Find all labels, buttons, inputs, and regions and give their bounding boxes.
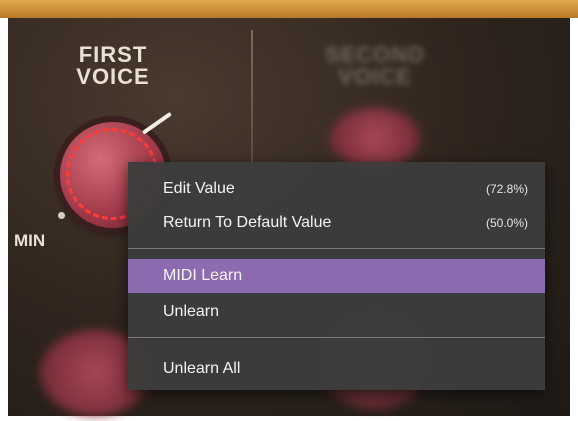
menu-separator: [128, 337, 545, 338]
menu-item-edit-value[interactable]: Edit Value (72.8%): [128, 172, 545, 206]
menu-item-label: MIDI Learn: [163, 267, 243, 284]
min-label: MIN: [14, 231, 46, 250]
context-menu: Edit Value (72.8%) Return To Default Val…: [128, 162, 545, 390]
menu-item-unlearn-all[interactable]: Unlearn All: [128, 352, 545, 386]
menu-item-label: Unlearn: [163, 303, 220, 320]
menu-item-label: Return To Default Value: [163, 214, 332, 231]
top-bar: [0, 0, 578, 18]
menu-separator: [128, 248, 545, 249]
second-voice-knob[interactable]: [330, 108, 420, 168]
menu-item-unlearn[interactable]: Unlearn: [128, 295, 545, 329]
menu-item-return-default[interactable]: Return To Default Value (50.0%): [128, 206, 545, 240]
second-voice-title: SECOND VOICE: [324, 42, 426, 89]
menu-item-label: Edit Value: [163, 180, 235, 197]
menu-item-value: (50.0%): [485, 216, 528, 230]
min-indicator-dot: [58, 212, 65, 219]
menu-item-label: Unlearn All: [163, 360, 241, 377]
plugin-window: FIRST VOICE SECOND VOICE MIN Edit Value …: [0, 0, 578, 421]
first-voice-title: FIRST VOICE: [76, 42, 150, 89]
menu-item-midi-learn[interactable]: MIDI Learn: [128, 259, 545, 293]
menu-item-value: (72.8%): [485, 182, 528, 196]
